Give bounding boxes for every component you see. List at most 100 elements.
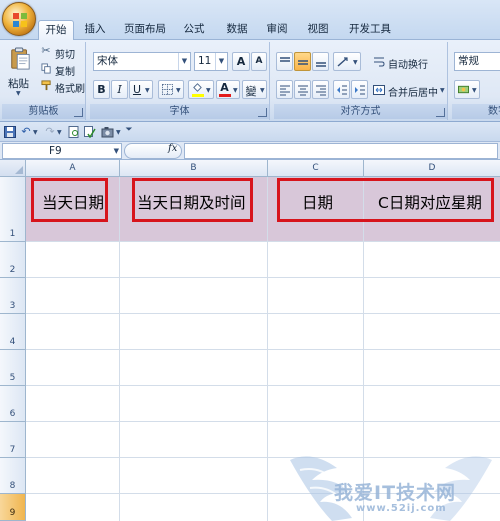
decrease-indent-button[interactable] <box>333 80 350 99</box>
align-bottom-icon <box>316 62 326 67</box>
tab-review[interactable]: 审阅 <box>260 20 294 40</box>
format-painter-button[interactable]: 格式刷 <box>38 78 85 95</box>
row-header-1[interactable]: 1 <box>0 177 26 242</box>
align-top-button[interactable] <box>276 52 293 71</box>
chevron-down-icon[interactable]: ▼ <box>178 53 190 70</box>
redo-icon[interactable]: ↷ <box>44 125 56 138</box>
align-middle-button[interactable] <box>294 52 311 71</box>
align-right-button[interactable] <box>312 80 329 99</box>
fill-bucket-icon <box>193 83 202 92</box>
row-number: 9 <box>9 508 16 518</box>
font-dialog-launcher[interactable] <box>258 108 267 117</box>
clipboard-dialog-launcher[interactable] <box>74 108 83 117</box>
save-icon[interactable] <box>4 126 16 138</box>
currency-button[interactable]: ▼ <box>454 80 480 99</box>
column-header-b[interactable]: B <box>120 160 268 177</box>
row-header-3[interactable]: 3 <box>0 278 26 314</box>
number-format-value: 常规 <box>458 55 479 67</box>
chevron-down-icon: ▼ <box>353 59 358 66</box>
row-header-9[interactable]: 9 <box>0 494 26 521</box>
chevron-down-icon[interactable]: ▼ <box>33 129 38 136</box>
column-header-a[interactable]: A <box>26 160 120 177</box>
column-header-c[interactable]: C <box>268 160 364 177</box>
spelling-icon[interactable] <box>84 126 96 138</box>
gridline <box>26 277 500 278</box>
row-number: 4 <box>9 337 16 347</box>
paste-button[interactable]: 粘贴 ▼ <box>5 44 33 97</box>
row-number: 2 <box>9 265 16 275</box>
chevron-down-icon[interactable]: ▼ <box>57 129 62 136</box>
copy-button[interactable]: 复制 <box>38 61 84 78</box>
copy-icon <box>41 63 51 74</box>
merge-center-button[interactable]: 合并后居中 ▼ <box>370 80 446 99</box>
font-name-combo[interactable]: 宋体 ▼ <box>93 52 191 71</box>
alignment-dialog-launcher[interactable] <box>436 108 445 117</box>
grow-font-button[interactable]: A <box>232 52 250 71</box>
office-button[interactable] <box>2 2 36 36</box>
tab-insert[interactable]: 插入 <box>78 20 112 40</box>
increase-indent-button[interactable] <box>351 80 368 99</box>
align-center-button[interactable] <box>294 80 311 99</box>
italic-button[interactable]: I <box>111 80 128 99</box>
camera-icon[interactable] <box>101 126 114 138</box>
row-header-6[interactable]: 6 <box>0 386 26 422</box>
font-color-swatch <box>219 94 231 97</box>
tab-data[interactable]: 数据 <box>220 20 254 40</box>
row-header-4[interactable]: 4 <box>0 314 26 350</box>
row-number: 6 <box>9 409 16 419</box>
row-number: 8 <box>9 481 16 491</box>
row-number: 5 <box>9 373 16 383</box>
shrink-font-button[interactable]: A <box>251 52 267 71</box>
formula-input[interactable] <box>184 143 498 159</box>
italic-icon: I <box>117 83 122 96</box>
decrease-indent-icon <box>337 85 347 95</box>
tab-home[interactable]: 开始 <box>38 20 74 40</box>
borders-button[interactable]: ▼ <box>158 80 184 99</box>
fill-color-button[interactable]: ▼ <box>188 80 214 99</box>
row-header-2[interactable]: 2 <box>0 242 26 278</box>
chevron-down-icon: ▼ <box>233 87 238 94</box>
paste-icon <box>11 47 30 70</box>
row-number: 1 <box>9 229 16 239</box>
chevron-down-icon: ▼ <box>440 87 445 94</box>
underline-button[interactable]: U ▼ <box>129 80 153 99</box>
chevron-down-icon[interactable]: ▼ <box>215 53 227 70</box>
tab-view[interactable]: 视图 <box>302 20 334 40</box>
align-bottom-button[interactable] <box>312 52 329 71</box>
wrap-text-button[interactable]: 自动换行 <box>370 52 446 71</box>
row-header-7[interactable]: 7 <box>0 422 26 458</box>
select-all-corner[interactable] <box>0 160 26 177</box>
undo-icon[interactable]: ↶ <box>20 125 32 138</box>
align-middle-icon <box>298 60 308 65</box>
chevron-down-icon[interactable]: ▼ <box>116 129 121 136</box>
tab-developer[interactable]: 开发工具 <box>342 20 398 40</box>
copy-label: 复制 <box>55 67 75 78</box>
orientation-button[interactable]: ▼ <box>333 52 361 71</box>
phonetic-button[interactable]: 變 ▼ <box>242 80 267 99</box>
bold-icon: B <box>97 83 106 96</box>
font-size-combo[interactable]: 11 ▼ <box>194 52 228 71</box>
merge-center-label: 合并后居中 <box>388 88 438 99</box>
chevron-down-icon: ▼ <box>260 87 265 94</box>
row-header-8[interactable]: 8 <box>0 458 26 494</box>
scissors-icon: ✂ <box>41 44 51 57</box>
bold-button[interactable]: B <box>93 80 110 99</box>
font-group: 宋体 ▼ 11 ▼ A A B I U ▼ ▼ ▼ A ▼ 變 ▼ 字体 <box>90 42 270 120</box>
print-preview-icon[interactable] <box>68 126 80 138</box>
office-logo-icon <box>13 13 27 27</box>
number-format-combo[interactable]: 常规 <box>454 52 500 71</box>
chevron-down-icon[interactable]: ▼ <box>114 144 119 158</box>
font-color-button[interactable]: A ▼ <box>216 80 240 99</box>
tab-page-layout[interactable]: 页面布局 <box>118 20 172 40</box>
cut-button[interactable]: ✂ 剪切 <box>38 44 84 61</box>
gridline <box>26 385 500 386</box>
tab-formulas[interactable]: 公式 <box>178 20 210 40</box>
align-left-button[interactable] <box>276 80 293 99</box>
column-header-d[interactable]: D <box>364 160 500 177</box>
row-header-5[interactable]: 5 <box>0 350 26 386</box>
align-right-icon <box>316 85 326 96</box>
name-box[interactable]: F9 ▼ <box>2 143 122 159</box>
insert-function-icon[interactable]: fx <box>168 143 177 154</box>
alignment-group-label: 对齐方式 <box>274 104 447 119</box>
customize-toolbar-icon[interactable]: ⏷ <box>124 125 134 135</box>
